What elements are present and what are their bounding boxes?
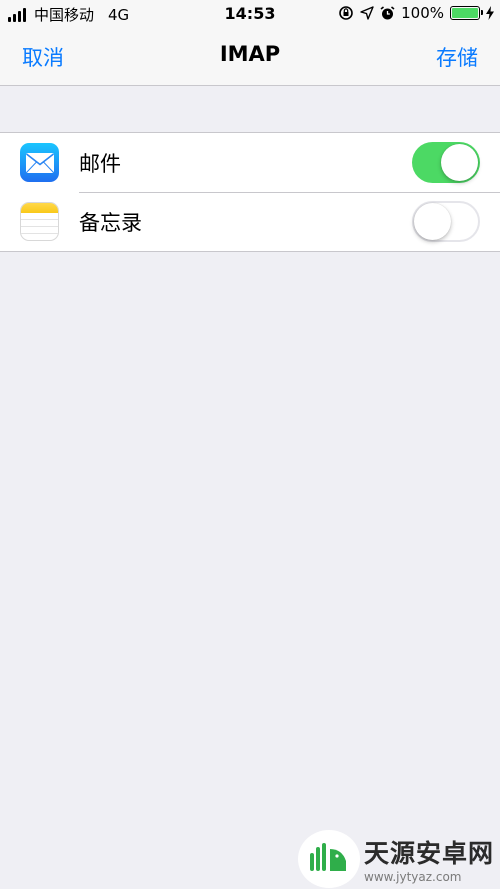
battery-level [452, 8, 478, 18]
orientation-lock-icon [339, 6, 353, 20]
mail-toggle[interactable] [412, 142, 480, 183]
settings-row-mail: 邮件 [0, 133, 500, 192]
status-right: 100% [338, 4, 494, 22]
android-logo-icon [298, 830, 360, 888]
battery-icon [450, 6, 483, 20]
mail-icon [20, 143, 59, 182]
battery-percent: 100% [401, 4, 444, 22]
settings-list: 邮件 备忘录 [0, 132, 500, 252]
settings-row-notes: 备忘录 [0, 192, 500, 251]
save-button[interactable]: 存储 [436, 42, 478, 72]
navigation-bar: 取消 IMAP 存储 [0, 28, 500, 86]
settings-row-label: 备忘录 [79, 210, 142, 235]
toggle-knob [441, 144, 478, 181]
alarm-icon [380, 5, 395, 19]
charging-bolt-icon [486, 6, 494, 20]
location-icon [360, 6, 374, 20]
watermark-url: www.jytyaz.com [364, 870, 462, 884]
watermark: 天源安卓网 www.jytyaz.com [298, 830, 494, 888]
watermark-name: 天源安卓网 [364, 839, 495, 868]
status-bar: 中国移动 4G 14:53 100% [0, 0, 500, 28]
toggle-knob [414, 203, 451, 240]
watermark-text: 天源安卓网 www.jytyaz.com [364, 834, 494, 884]
notes-icon [20, 202, 59, 241]
page-title: IMAP [219, 42, 281, 66]
notes-toggle[interactable] [412, 201, 480, 242]
settings-row-label: 邮件 [79, 151, 121, 176]
